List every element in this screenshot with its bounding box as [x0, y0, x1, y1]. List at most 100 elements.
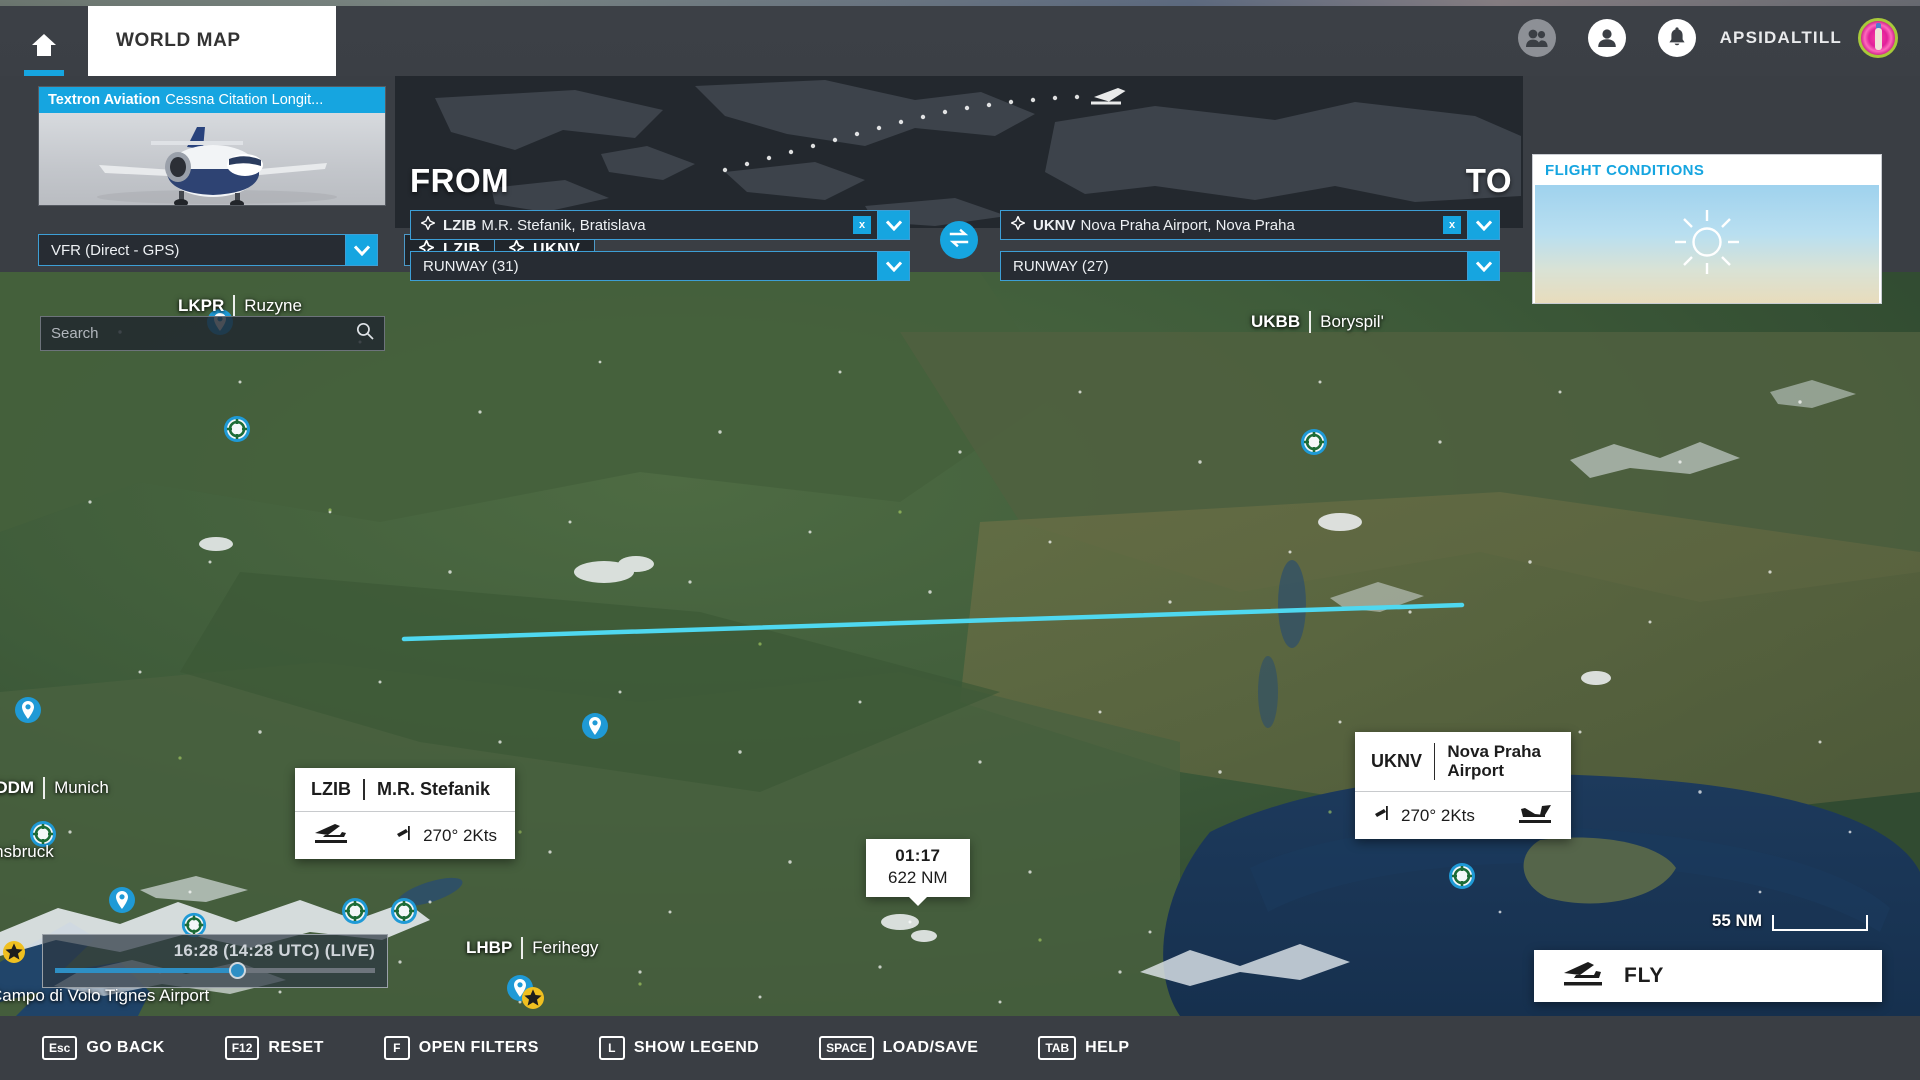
- map-label-name: Munich: [54, 778, 109, 797]
- windsock-icon: [1373, 804, 1393, 827]
- from-clear-button[interactable]: x: [853, 216, 871, 234]
- chevron-down-icon: [885, 219, 902, 231]
- to-clear-button[interactable]: x: [1443, 216, 1461, 234]
- departure-info-card[interactable]: LZIB M.R. Stefanik 270° 2Kts: [295, 768, 515, 859]
- chevron-down-icon: [353, 244, 370, 256]
- keycap: Esc: [42, 1036, 78, 1060]
- from-runway-select[interactable]: RUNWAY (31): [410, 251, 878, 281]
- map-scale-value: 55 NM: [1711, 911, 1762, 930]
- route-distance-card[interactable]: 01:17 622 NM: [866, 839, 970, 906]
- from-runway-dropdown-button[interactable]: [878, 251, 910, 281]
- chevron-down-icon: [1475, 219, 1492, 231]
- from-airport-row: LZIB M.R. Stefanik, Bratislava x: [410, 210, 910, 240]
- landmark-star-marker[interactable]: [521, 986, 545, 1015]
- keycap: SPACE: [819, 1036, 874, 1060]
- map-label-innsbruck: Innsbruck: [0, 842, 54, 862]
- to-airport-input[interactable]: UKNV Nova Praha Airport, Nova Praha x: [1000, 210, 1468, 240]
- keycap: F: [383, 1036, 410, 1060]
- flight-rules-select-row: VFR (Direct - GPS): [38, 234, 378, 266]
- map-label-icao: LHBP: [466, 938, 513, 957]
- map-scale-line: [1772, 915, 1868, 931]
- shortcut-load-save[interactable]: SPACE LOAD/SAVE: [819, 1036, 978, 1060]
- shortcut-label: GO BACK: [86, 1039, 165, 1056]
- map-label-name: Innsbruck: [0, 842, 54, 861]
- to-runway-dropdown-button[interactable]: [1468, 251, 1500, 281]
- arrival-card-details: 270° 2Kts: [1355, 792, 1571, 839]
- chevron-down-icon: [885, 260, 902, 272]
- aircraft-model: Cessna Citation Longit...: [165, 92, 324, 108]
- from-airport-dropdown-button[interactable]: [878, 210, 910, 240]
- arrival-airport-marker[interactable]: [1447, 861, 1477, 896]
- shortcut-label: OPEN FILTERS: [418, 1039, 539, 1056]
- aircraft-card[interactable]: Textron Aviation Cessna Citation Longit.…: [38, 86, 386, 206]
- shortcut-bar: Esc GO BACK F12 RESET F OPEN FILTERS L S…: [0, 1016, 1920, 1080]
- flight-rules-dropdown-button[interactable]: [346, 234, 378, 266]
- swap-departure-arrival-button[interactable]: [940, 221, 978, 259]
- profile-icon[interactable]: [1587, 19, 1626, 57]
- fly-button[interactable]: FLY: [1534, 950, 1882, 1002]
- map-search-box[interactable]: [40, 316, 385, 351]
- shortcut-reset[interactable]: F12 RESET: [224, 1036, 324, 1060]
- from-airport-name: M.R. Stefanik, Bratislava: [481, 216, 646, 234]
- departure-wind: 270° 2Kts: [395, 824, 497, 847]
- arrival-card-name: Nova Praha Airport: [1447, 742, 1541, 780]
- departure-airport-marker[interactable]: [389, 896, 419, 931]
- from-airport-input[interactable]: LZIB M.R. Stefanik, Bratislava x: [410, 210, 878, 240]
- departure-wind-value: 270° 2Kts: [423, 825, 497, 845]
- aircraft-image: [39, 113, 385, 205]
- to-label: TO: [1465, 162, 1512, 199]
- shortcut-show-legend[interactable]: L SHOW LEGEND: [598, 1036, 759, 1060]
- map-label-divider: [1309, 311, 1312, 333]
- avatar[interactable]: [1858, 18, 1898, 58]
- route-time: 01:17: [895, 846, 941, 865]
- takeoff-icon: [313, 821, 351, 850]
- poi-pin-marker[interactable]: [14, 696, 42, 735]
- home-tab[interactable]: [0, 0, 88, 76]
- shortcut-help[interactable]: TAB HELP: [1038, 1036, 1129, 1060]
- time-of-day-slider[interactable]: 16:28 (14:28 UTC) (LIVE): [42, 934, 388, 988]
- to-runway-select[interactable]: RUNWAY (27): [1000, 251, 1468, 281]
- flight-rules-select[interactable]: VFR (Direct - GPS): [38, 234, 346, 266]
- user-block[interactable]: APSIDALTILL: [1720, 0, 1920, 76]
- map-label-divider: [521, 937, 524, 959]
- airport-marker[interactable]: [1299, 427, 1329, 462]
- search-icon[interactable]: [356, 322, 374, 345]
- world-map[interactable]: LKPR Ruzyne UKBB Boryspil' EDDM Munich I…: [0, 272, 1920, 1016]
- map-label-icao: LKPR: [178, 296, 225, 315]
- card-divider: [363, 779, 365, 800]
- windsock-icon: [395, 824, 415, 847]
- poi-pin-marker[interactable]: [581, 712, 609, 751]
- home-icon: [31, 33, 57, 62]
- flight-conditions-card[interactable]: FLIGHT CONDITIONS: [1532, 154, 1882, 304]
- to-airport-dropdown-button[interactable]: [1468, 210, 1500, 240]
- airport-marker[interactable]: [222, 414, 252, 449]
- search-input[interactable]: [51, 325, 356, 342]
- map-label-name: Ferihegy: [532, 938, 599, 957]
- map-label-name: Boryspil': [1320, 312, 1384, 331]
- arrival-card-icao: UKNV: [1371, 751, 1423, 772]
- notifications-icon[interactable]: [1657, 19, 1696, 57]
- from-airport-icao: LZIB: [443, 216, 477, 234]
- airport-marker[interactable]: [340, 896, 370, 931]
- map-label-name: Campo di Volo Tignes Airport: [0, 986, 210, 1005]
- time-slider-handle[interactable]: [228, 962, 246, 979]
- shortcut-go-back[interactable]: Esc GO BACK: [42, 1036, 165, 1060]
- shortcut-open-filters[interactable]: F OPEN FILTERS: [383, 1036, 539, 1060]
- map-label-icao: UKBB: [1251, 312, 1301, 331]
- time-slider-track[interactable]: [55, 962, 375, 979]
- poi-pin-marker[interactable]: [108, 886, 136, 925]
- header-spacer: [336, 0, 1518, 76]
- sun-icon: [1670, 205, 1744, 284]
- friends-icon[interactable]: [1517, 19, 1556, 57]
- map-label-lhbp: LHBP Ferihegy: [466, 937, 598, 959]
- fly-button-label: FLY: [1624, 964, 1665, 987]
- from-label: FROM: [410, 162, 510, 199]
- to-airport-name: Nova Praha Airport, Nova Praha: [1080, 216, 1295, 234]
- keycap: TAB: [1038, 1036, 1077, 1060]
- arrival-card-header: UKNV Nova Praha Airport: [1355, 732, 1571, 793]
- planner-world-map-background: [395, 76, 1523, 228]
- map-label-eddm: EDDM Munich: [0, 777, 109, 799]
- landmark-star-marker[interactable]: [2, 940, 26, 969]
- arrival-info-card[interactable]: UKNV Nova Praha Airport 270° 2Kts: [1355, 732, 1571, 840]
- tab-world-map[interactable]: WORLD MAP: [88, 6, 336, 76]
